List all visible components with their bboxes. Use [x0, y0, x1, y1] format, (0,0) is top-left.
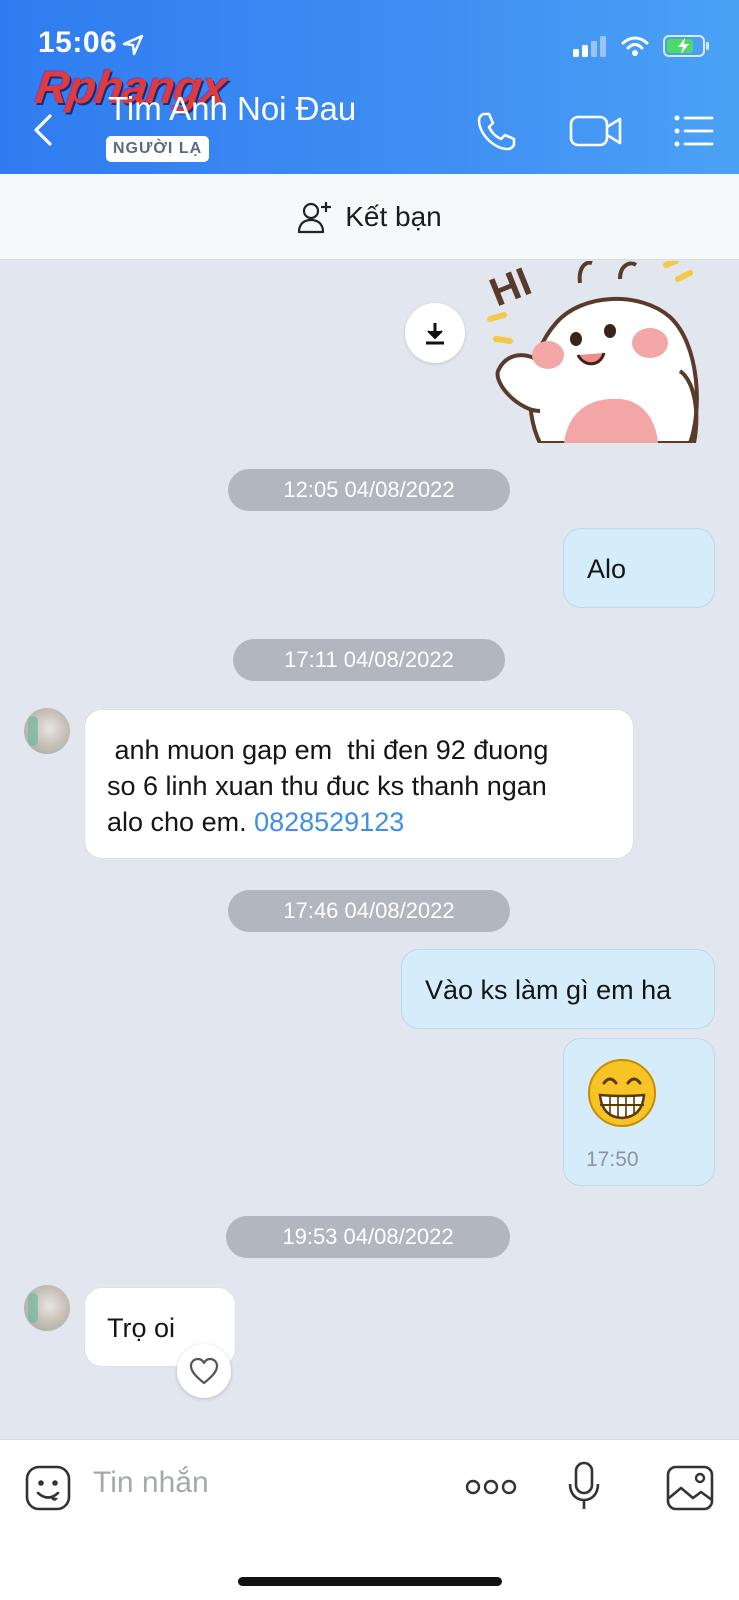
contact-avatar[interactable]	[24, 1285, 70, 1331]
options-menu-icon[interactable]	[672, 108, 716, 154]
message-text-line: anh muon gap em thi đen 92 đuong	[107, 735, 549, 765]
sticker-emoji-icon[interactable]	[24, 1464, 72, 1512]
timestamp-divider: 19:53 04/08/2022	[226, 1216, 510, 1258]
message-text: Trọ oi	[107, 1313, 176, 1343]
message-time: 17:50	[586, 1148, 639, 1171]
back-arrow-icon[interactable]	[28, 110, 58, 150]
microphone-icon[interactable]	[566, 1460, 602, 1512]
incoming-message-bubble[interactable]: anh muon gap em thi đen 92 đuong so 6 li…	[84, 709, 634, 859]
message-text: Vào ks làm gì em ha	[425, 975, 672, 1005]
stranger-badge: NGƯỜI LẠ	[106, 136, 210, 162]
image-gallery-icon[interactable]	[665, 1464, 715, 1512]
outgoing-message-bubble[interactable]: Vào ks làm gì em ha	[401, 949, 715, 1029]
message-text-line: alo cho em.	[107, 807, 255, 837]
home-indicator	[238, 1577, 502, 1586]
message-input[interactable]: Tin nhắn	[93, 1466, 209, 1500]
chat-header: 15:06 Rphangx Tim Anh Noi Đau NGƯỜI LẠ	[0, 0, 739, 174]
phone-call-icon[interactable]	[474, 108, 520, 154]
status-indicators	[573, 34, 711, 58]
svg-text:HI: HI	[484, 261, 538, 315]
react-heart-button[interactable]	[177, 1344, 231, 1398]
message-input-bar: Tin nhắn	[0, 1439, 739, 1600]
grinning-face-icon	[588, 1059, 656, 1127]
add-friend-icon	[298, 201, 332, 233]
cellular-signal-icon	[573, 36, 606, 57]
wifi-icon	[621, 36, 649, 56]
contact-name[interactable]: Tim Anh Noi Đau	[108, 90, 356, 128]
hi-bunny-sticker[interactable]: HI	[480, 261, 720, 443]
phone-number-link[interactable]: 0828529123	[254, 807, 404, 837]
location-arrow-icon	[122, 34, 144, 56]
timestamp-divider: 17:11 04/08/2022	[233, 639, 505, 681]
timestamp-divider: 17:46 04/08/2022	[228, 890, 510, 932]
outgoing-message-bubble[interactable]: Alo	[563, 528, 715, 608]
outgoing-emoji-bubble[interactable]: 17:50	[563, 1038, 715, 1186]
video-call-icon[interactable]	[568, 108, 624, 154]
more-options-icon[interactable]	[465, 1476, 517, 1498]
timestamp-divider: 12:05 04/08/2022	[228, 469, 510, 511]
chat-area[interactable]: HI 12:05 04/08/2022 Alo 17:11 04/08/2022…	[0, 261, 739, 1439]
download-icon	[426, 323, 444, 345]
message-text: Alo	[587, 554, 627, 584]
status-time: 15:06	[38, 26, 118, 59]
contact-avatar[interactable]	[24, 708, 70, 754]
download-button[interactable]	[405, 303, 465, 363]
heart-icon	[189, 1357, 219, 1385]
message-text-line: so 6 linh xuan thu đuc ks thanh ngan	[107, 771, 547, 801]
battery-charging-icon	[663, 35, 709, 57]
add-friend-label: Kết bạn	[345, 200, 442, 232]
add-friend-bar[interactable]: Kết bạn	[0, 174, 739, 260]
